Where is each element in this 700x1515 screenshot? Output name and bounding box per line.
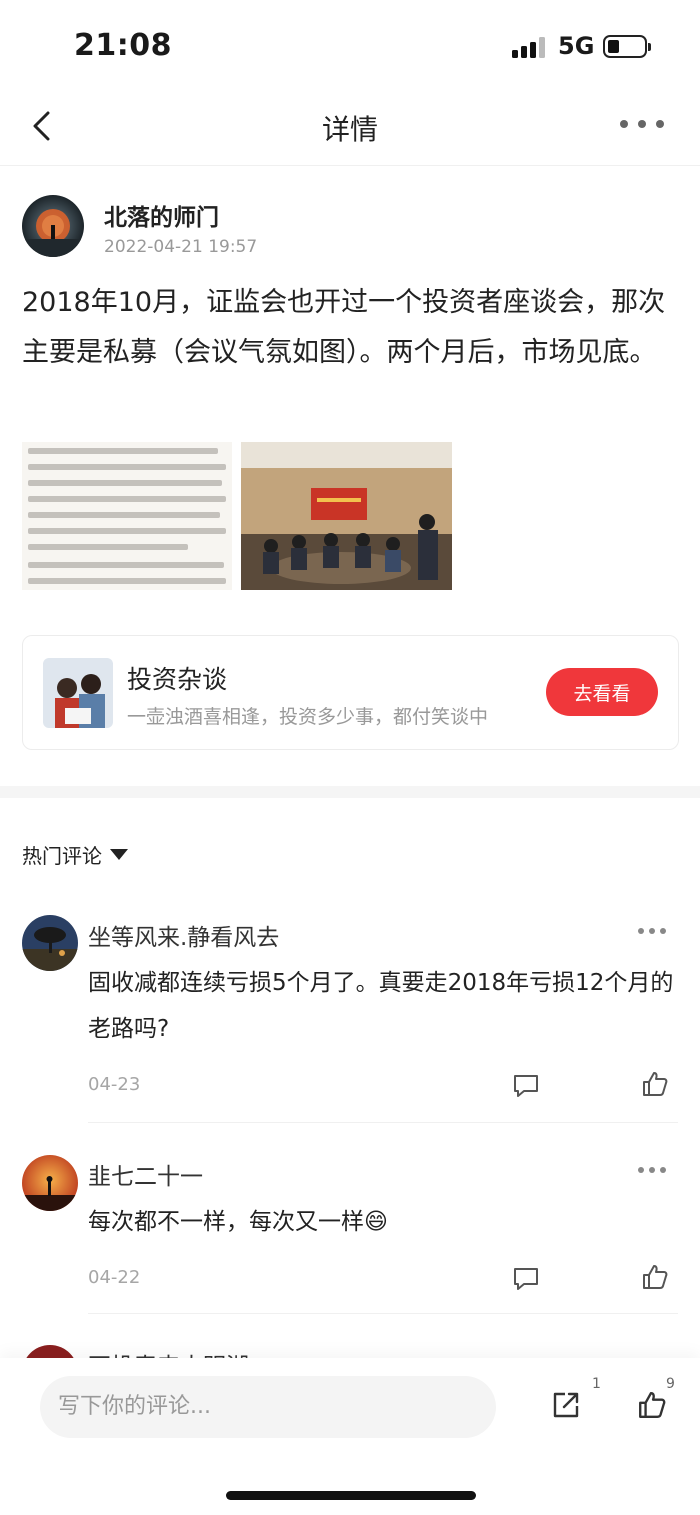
post-time: 2022-04-21 19:57	[104, 237, 258, 257]
commenter-name[interactable]: 坐等风来.静看风去	[88, 918, 279, 952]
comment-text: 每次都不一样，每次又一样😄	[88, 1209, 388, 1235]
news-text-image[interactable]	[22, 442, 232, 590]
comment-item: 坐等风来.静看风去 固收减都连续亏损5个月了。真要走2018年亏损12个月的老路…	[0, 914, 700, 1124]
visit-channel-button[interactable]: 去看看	[546, 668, 658, 716]
comment-divider	[88, 1122, 678, 1123]
section-divider	[0, 786, 700, 798]
channel-thumbnail	[43, 658, 113, 728]
like-icon[interactable]	[637, 1389, 667, 1421]
comment-text: 固收减都连续亏损5个月了。真要走2018年亏损12个月的老路吗?	[88, 970, 674, 1042]
post-text: 2018年10月，证监会也开过一个投资者座谈会，那次主要是私募（会议气氛如图）。…	[22, 287, 666, 368]
status-bar: 21:08 5G	[0, 0, 700, 92]
share-icon[interactable]	[551, 1390, 581, 1420]
channel-title: 投资杂谈	[127, 665, 228, 694]
status-time: 21:08	[74, 28, 172, 63]
channel-card[interactable]: 投资杂谈 一壶浊酒喜相逢，投资多少事，都付笑谈中 去看看	[22, 635, 679, 750]
more-icon[interactable]	[638, 1165, 666, 1175]
like-icon[interactable]	[641, 1263, 669, 1291]
reply-icon[interactable]	[512, 1266, 540, 1292]
comment-date: 04-22	[88, 1267, 141, 1288]
reply-icon[interactable]	[512, 1073, 540, 1099]
battery-icon	[603, 35, 651, 58]
signal-icon	[512, 36, 548, 58]
commenter-avatar[interactable]	[22, 915, 78, 971]
page-title: 详情	[321, 113, 378, 146]
bottom-bar: 写下你的评论... 1 9	[0, 1358, 700, 1515]
nav-bar: 详情	[0, 92, 700, 166]
network-type: 5G	[558, 32, 595, 60]
hot-comments-label: 热门评论	[22, 844, 102, 868]
commenter-avatar[interactable]	[22, 1155, 78, 1211]
comment-date: 04-23	[88, 1074, 141, 1095]
author-name[interactable]: 北落的师门	[104, 198, 219, 232]
comment-input[interactable]: 写下你的评论...	[40, 1376, 496, 1438]
more-icon[interactable]	[638, 926, 666, 936]
caret-down-icon	[110, 849, 128, 860]
comment-divider	[88, 1313, 678, 1314]
author-avatar[interactable]	[22, 195, 84, 257]
channel-description: 一壶浊酒喜相逢，投资多少事，都付笑谈中	[127, 706, 489, 728]
meeting-photo[interactable]	[241, 442, 452, 590]
share-count: 1	[592, 1376, 601, 1392]
home-indicator[interactable]	[226, 1491, 476, 1500]
commenter-name[interactable]: 韭七二十一	[88, 1157, 203, 1191]
comment-item: 韭七二十一 每次都不一样，每次又一样😄 04-22	[0, 1155, 700, 1315]
more-icon[interactable]	[620, 114, 664, 134]
like-icon[interactable]	[641, 1070, 669, 1098]
like-count: 9	[666, 1376, 675, 1392]
hot-comments-sort[interactable]: 热门评论	[22, 840, 128, 869]
